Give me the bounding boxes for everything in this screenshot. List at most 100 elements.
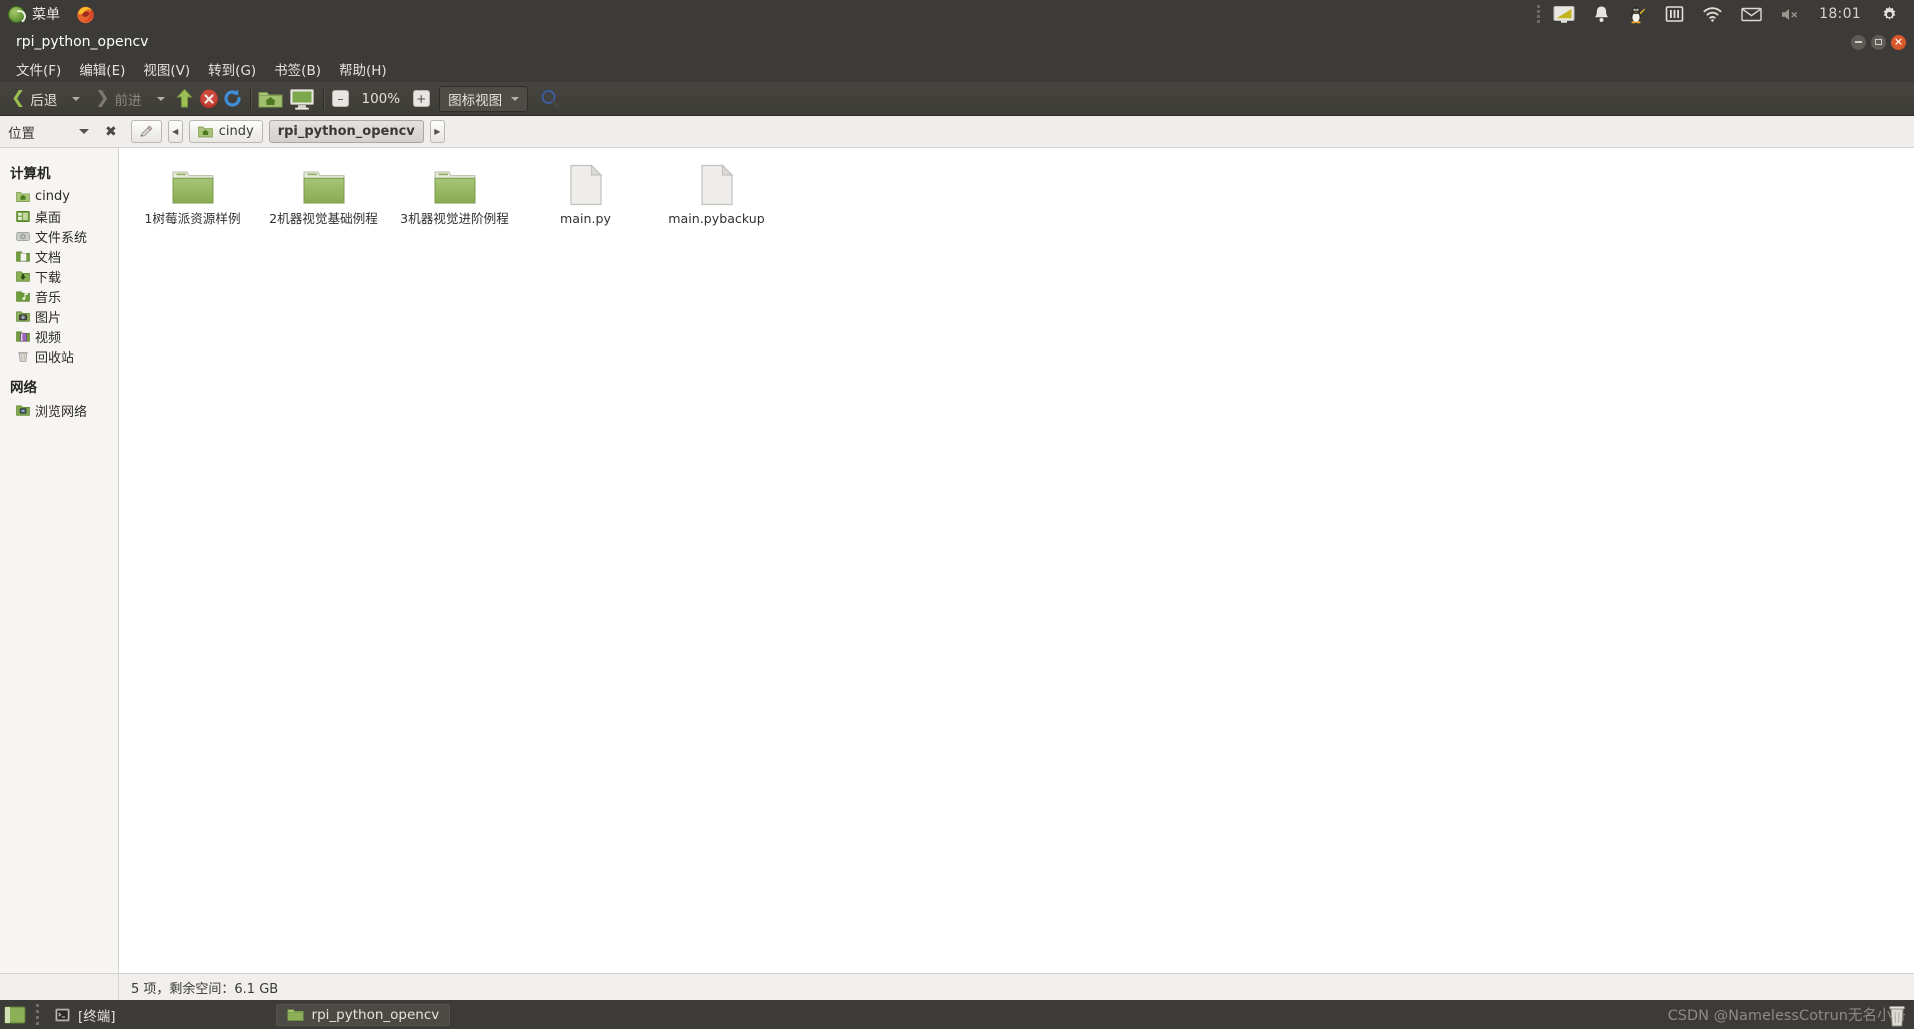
desktop-trash-icon[interactable] <box>1884 1002 1910 1028</box>
view-mode-combo[interactable]: 图标视图 <box>439 85 529 112</box>
sidebar-group-computer-title: 计算机 <box>10 166 51 182</box>
search-button[interactable] <box>538 88 562 110</box>
window-body: 计算机 cindy 桌面 文件系统 文档 下载 音乐 图片 视频 回收站 网络 … <box>0 148 1914 973</box>
menu-edit[interactable]: 编辑(E) <box>71 56 133 82</box>
taskbar-item-terminal-label: [终端] <box>78 1008 116 1025</box>
sidebar-item-trash[interactable]: 回收站 <box>0 346 118 366</box>
breadcrumb-cindy[interactable]: cindy <box>188 120 263 143</box>
display-icon[interactable] <box>1544 0 1584 28</box>
file-item-folder-1[interactable]: 1树莓派资源样例 <box>127 158 258 230</box>
sidebar-item-browse-network[interactable]: 浏览网络 <box>0 400 118 420</box>
sidebar-item-pictures[interactable]: 图片 <box>0 306 118 326</box>
location-dropdown-icon[interactable] <box>79 129 89 134</box>
file-view[interactable]: 1树莓派资源样例 2机器视觉基础例程 3机器视觉进阶例程 main.py mai… <box>119 148 1914 973</box>
home-folder-icon <box>197 126 213 138</box>
back-label: 后退 <box>30 92 58 109</box>
pictures-folder-icon <box>16 311 30 322</box>
volume-muted-icon[interactable] <box>1771 0 1809 28</box>
wifi-icon[interactable] <box>1693 0 1732 28</box>
zoom-out-button[interactable]: – <box>329 88 353 110</box>
folder-icon <box>286 1008 304 1021</box>
home-folder-icon <box>16 191 30 202</box>
sidebar-item-cindy[interactable]: cindy <box>0 186 118 206</box>
menubar: 文件(F) 编辑(E) 视图(V) 转到(G) 书签(B) 帮助(H) <box>0 56 1914 82</box>
chevron-down-icon <box>156 96 165 101</box>
up-button[interactable] <box>173 88 197 110</box>
breadcrumb-rpi-python-opencv[interactable]: rpi_python_opencv <box>268 120 424 143</box>
downloads-folder-icon <box>16 271 30 282</box>
zoom-level: 100% <box>361 90 401 107</box>
sidebar-item-desktop[interactable]: 桌面 <box>0 206 118 226</box>
clock[interactable]: 18:01 <box>1809 6 1871 22</box>
zoom-in-icon: + <box>412 90 430 107</box>
sidebar-item-pictures-label: 图片 <box>35 310 62 326</box>
file-item-label: 2机器视觉基础例程 <box>269 211 378 226</box>
sidebar-item-music[interactable]: 音乐 <box>0 286 118 306</box>
breadcrumb-rpi-python-opencv-label: rpi_python_opencv <box>277 124 415 139</box>
breadcrumb-next-button[interactable]: ▶ <box>429 120 445 143</box>
sidebar-item-documents[interactable]: 文档 <box>0 246 118 266</box>
tray-grip-handle[interactable] <box>1535 5 1544 23</box>
sidebar-item-filesystem-label: 文件系统 <box>35 230 88 246</box>
minimize-button[interactable] <box>1851 34 1866 50</box>
sidebar-item-videos-label: 视频 <box>35 330 62 346</box>
firefox-icon[interactable] <box>76 5 95 24</box>
forward-button[interactable]: ❯ 前进 <box>88 85 148 113</box>
file-item-folder-2[interactable]: 2机器视觉基础例程 <box>258 158 389 230</box>
computer-button[interactable] <box>286 88 318 110</box>
back-button[interactable]: ❮ 后退 <box>4 85 64 113</box>
sidebar-item-documents-label: 文档 <box>35 250 62 266</box>
close-button[interactable]: × <box>1891 34 1906 50</box>
sidebar-item-videos[interactable]: 视频 <box>0 326 118 346</box>
window-title: rpi_python_opencv <box>16 34 149 50</box>
toolbar-separator-2 <box>322 87 324 110</box>
chevron-down-icon <box>511 96 520 101</box>
settings-gear-icon[interactable] <box>1871 0 1908 28</box>
menu-view[interactable]: 视图(V) <box>135 56 198 82</box>
sidebar-item-filesystem[interactable]: 文件系统 <box>0 226 118 246</box>
file-item-main-pybackup[interactable]: main.pybackup <box>651 158 782 230</box>
chevron-down-icon <box>72 96 81 101</box>
zoom-in-button[interactable]: + <box>409 88 433 110</box>
taskbar-item-rpi-python-opencv[interactable]: rpi_python_opencv <box>275 1003 451 1026</box>
back-history-dropdown[interactable] <box>64 88 88 110</box>
edit-path-button[interactable] <box>130 120 162 143</box>
stop-icon <box>199 89 218 108</box>
forward-history-dropdown[interactable] <box>149 88 173 110</box>
taskbar-item-rpi-label: rpi_python_opencv <box>311 1006 440 1023</box>
maximize-button[interactable] <box>1871 34 1886 50</box>
keyboard-icon[interactable] <box>1656 0 1693 28</box>
show-desktop-icon <box>4 1006 26 1023</box>
window-titlebar[interactable]: rpi_python_opencv × <box>0 28 1914 56</box>
chevron-right-icon: ❯ <box>95 88 110 108</box>
location-label: 位置 <box>8 125 35 142</box>
sidebar-item-downloads[interactable]: 下载 <box>0 266 118 286</box>
toolbar: ❮ 后退 ❯ 前进 – 100% + 图标视图 <box>0 82 1914 116</box>
menu-help[interactable]: 帮助(H) <box>331 56 395 82</box>
desktop-icon <box>16 210 30 222</box>
menu-file[interactable]: 文件(F) <box>8 56 69 82</box>
computer-icon <box>289 88 314 110</box>
reload-button[interactable] <box>221 88 245 110</box>
file-item-folder-3[interactable]: 3机器视觉进阶例程 <box>389 158 520 230</box>
file-item-main-py[interactable]: main.py <box>520 158 651 230</box>
bell-icon[interactable] <box>1584 0 1619 28</box>
stop-button[interactable] <box>197 88 221 110</box>
mail-icon[interactable] <box>1732 0 1771 28</box>
taskbar-grip-handle[interactable] <box>30 1004 45 1025</box>
breadcrumb-prev-button[interactable]: ◀ <box>167 120 183 143</box>
window-buttons: × <box>1851 28 1906 56</box>
music-folder-icon <box>16 291 30 302</box>
harddisk-icon <box>16 231 30 241</box>
sidebar-group-network-title: 网络 <box>10 380 37 396</box>
taskbar-item-terminal[interactable]: [终端] <box>45 1004 126 1026</box>
show-desktop-button[interactable] <box>0 1000 30 1029</box>
mint-menu-icon <box>8 5 25 23</box>
menu-go[interactable]: 转到(G) <box>200 56 264 82</box>
tux-penguin-icon[interactable] <box>1619 0 1656 28</box>
home-button[interactable] <box>256 88 286 110</box>
menu-launcher-button[interactable]: 菜单 <box>0 0 68 28</box>
location-clear-button[interactable]: ✖ <box>105 124 117 140</box>
menu-bookmarks[interactable]: 书签(B) <box>266 56 329 82</box>
view-mode-label: 图标视图 <box>448 92 503 109</box>
